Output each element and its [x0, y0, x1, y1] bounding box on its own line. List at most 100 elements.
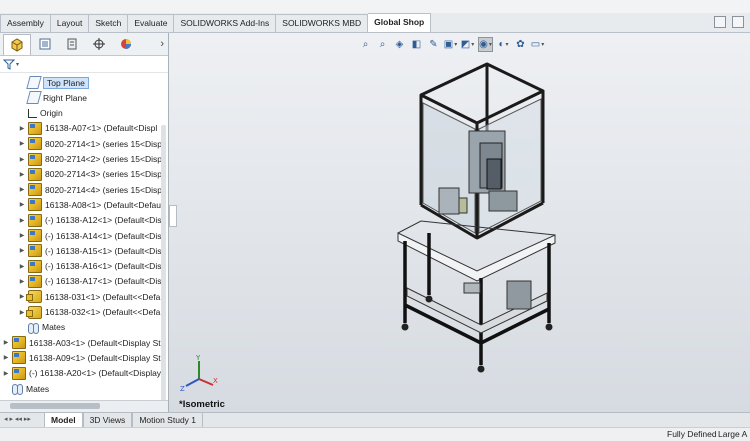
assembly-icon [26, 290, 42, 304]
expand-arrow-icon[interactable]: ▶ [18, 247, 26, 254]
tab-motion-study-1[interactable]: Motion Study 1 [132, 413, 204, 428]
tree-item-label: 16138-A09<1> (Default<Display St [29, 352, 161, 363]
view-orientation-label: *Isometric [179, 399, 225, 410]
tree-item-label: 16138-A03<1> (Default<Display St [29, 337, 161, 348]
configuration-manager-tab[interactable] [59, 34, 85, 54]
tab-solidworks-add-ins[interactable]: SOLIDWORKS Add-Ins [174, 14, 277, 32]
expand-arrow-icon[interactable]: ▶ [18, 293, 26, 300]
tab-sketch[interactable]: Sketch [89, 14, 129, 32]
expand-arrow-icon[interactable]: ▶ [18, 171, 26, 178]
tab-3d-views[interactable]: 3D Views [82, 413, 133, 428]
expand-arrow-icon[interactable]: ▶ [2, 370, 10, 377]
tree-item-label: (-) 16138-A12<1> (Default<Dis [45, 215, 162, 226]
expand-arrow-icon[interactable]: ▶ [18, 278, 26, 285]
tree-item-label: 8020-2714<2> (series 15<Displ [45, 154, 164, 164]
tree-item[interactable]: ▶ (-) 16138-A12<1> (Default<Dis [18, 213, 161, 228]
tree-item-label: 8020-2714<1> (series 15<Displ [45, 138, 164, 149]
part-icon [28, 152, 42, 166]
tab-scroll-arrows[interactable]: ◂ ▸ ◂◂ ▸▸ [0, 413, 44, 427]
expand-arrow-icon[interactable]: ▶ [18, 217, 26, 224]
tree-item[interactable]: ▶ 16138-A09<1> (Default<Display St [2, 350, 161, 365]
tree-item[interactable]: ▶ 16138-A08<1> (Default<Defau [18, 197, 161, 212]
feature-manager-tab[interactable] [3, 33, 31, 55]
chevron-right-icon[interactable]: › [160, 38, 164, 50]
tree-item[interactable]: Origin [18, 106, 63, 121]
window-controls [714, 16, 744, 28]
tree-item-label: 16138-031<1> (Default<<Defa [45, 291, 161, 302]
triad-x-label: X [213, 377, 218, 385]
expand-arrow-icon[interactable]: ▶ [18, 201, 26, 208]
title-strip [0, 0, 750, 14]
expand-arrow-icon[interactable]: ▶ [18, 125, 26, 132]
assembly-icon [26, 305, 42, 319]
tree-item[interactable]: ▶ (-) 16138-A15<1> (Default<Dis [18, 243, 161, 258]
expand-arrow-icon[interactable]: ▶ [18, 263, 26, 270]
tree-item-label: 8020-2714<4> (series 15<Displ [45, 184, 164, 195]
tree-item[interactable]: ▶ (-) 16138-A20<1> (Default<Display [2, 366, 161, 381]
tree-item[interactable]: ▶ (-) 16138-A17<1> (Default<Dis [18, 274, 161, 289]
tree-item-label: 16138-032<1> (Default<<Defa [45, 307, 161, 317]
tree-item[interactable]: ▶ 16138-032<1> (Default<<Defa [18, 305, 160, 320]
status-units[interactable]: Large A [718, 429, 747, 439]
tree-item[interactable]: Mates [18, 320, 65, 335]
property-manager-tab[interactable] [32, 34, 58, 54]
tab-global-shop[interactable]: Global Shop [368, 13, 432, 32]
appearance-sphere-icon [121, 39, 131, 49]
restore-button[interactable] [714, 16, 726, 28]
orientation-triad: Y X Z [180, 354, 218, 393]
expand-arrow-icon[interactable]: ▶ [18, 140, 26, 147]
part-icon [12, 351, 26, 365]
mates-icon [12, 383, 23, 395]
part-icon [12, 336, 26, 350]
triad-y-label: Y [195, 354, 201, 362]
tree-item[interactable]: Right Plane [18, 90, 87, 105]
tree-item-label: Origin [40, 108, 63, 119]
tree-item[interactable]: Mates [2, 381, 49, 396]
tree-vertical-scrollbar[interactable] [160, 121, 167, 421]
tab-model[interactable]: Model [44, 413, 83, 428]
feature-tree-icon [11, 37, 23, 52]
expand-arrow-icon[interactable]: ▶ [18, 309, 26, 316]
tree-item[interactable]: ▶ 8020-2714<2> (series 15<Displ [18, 152, 164, 167]
tree-item[interactable]: ▶ 16138-031<1> (Default<<Defa [18, 289, 160, 304]
part-icon [28, 213, 42, 227]
tree-item-label: Mates [42, 322, 66, 333]
expand-arrow-icon[interactable]: ▶ [18, 156, 26, 163]
filter-icon[interactable] [3, 59, 15, 70]
tab-solidworks-mbd[interactable]: SOLIDWORKS MBD [276, 14, 369, 32]
tree-item[interactable]: ▶ 8020-2714<1> (series 15<Displ [18, 136, 164, 151]
expand-arrow-icon[interactable]: ▶ [18, 232, 26, 239]
close-button[interactable] [732, 16, 744, 28]
part-icon [28, 274, 42, 288]
part-icon [28, 183, 42, 197]
panel-splitter-handle[interactable] [169, 205, 177, 227]
expand-arrow-icon[interactable]: ▶ [2, 354, 10, 361]
tree-item[interactable]: ▶ 16138-A07<1> (Default<Displ [18, 121, 157, 136]
tree-item[interactable]: Top Plane [18, 75, 89, 90]
configuration-icon [67, 38, 77, 50]
display-manager-tab[interactable] [113, 34, 139, 54]
tree-horizontal-scrollbar[interactable] [0, 400, 168, 412]
machine-model [397, 62, 556, 373]
part-icon [28, 244, 42, 258]
expand-arrow-icon[interactable]: ▶ [18, 186, 26, 193]
triad-z-label: Z [180, 385, 185, 393]
tree-item[interactable]: ▶ (-) 16138-A14<1> (Default<Dis [18, 228, 161, 243]
tab-layout[interactable]: Layout [50, 14, 90, 32]
origin-icon [28, 108, 37, 118]
part-icon [28, 167, 42, 181]
dimxpert-manager-tab[interactable] [86, 34, 112, 54]
tree-filter-row: ▾ [0, 56, 168, 73]
tab-evaluate[interactable]: Evaluate [128, 14, 175, 32]
expand-arrow-icon[interactable]: ▶ [2, 339, 10, 346]
tree-item-label: (-) 16138-A14<1> (Default<Dis [45, 230, 162, 241]
tree-item[interactable]: ▶ 8020-2714<3> (series 15<Displ [18, 167, 164, 182]
filter-dropdown-icon[interactable]: ▾ [16, 61, 19, 68]
tree-item[interactable]: ▶ 8020-2714<4> (series 15<Displ [18, 182, 164, 197]
graphics-area[interactable]: ⌕ ⌕ ◈ ◧ ✎ ▣ ◩ ◉ ◐ ✿ ▭ [169, 33, 750, 412]
tree-item-label: Right Plane [43, 92, 87, 103]
tab-assembly[interactable]: Assembly [0, 14, 51, 32]
tree-item[interactable]: ▶ 16138-A03<1> (Default<Display St [2, 335, 161, 350]
part-icon [28, 137, 42, 151]
tree-item[interactable]: ▶ (-) 16138-A16<1> (Default<Dis [18, 259, 161, 274]
